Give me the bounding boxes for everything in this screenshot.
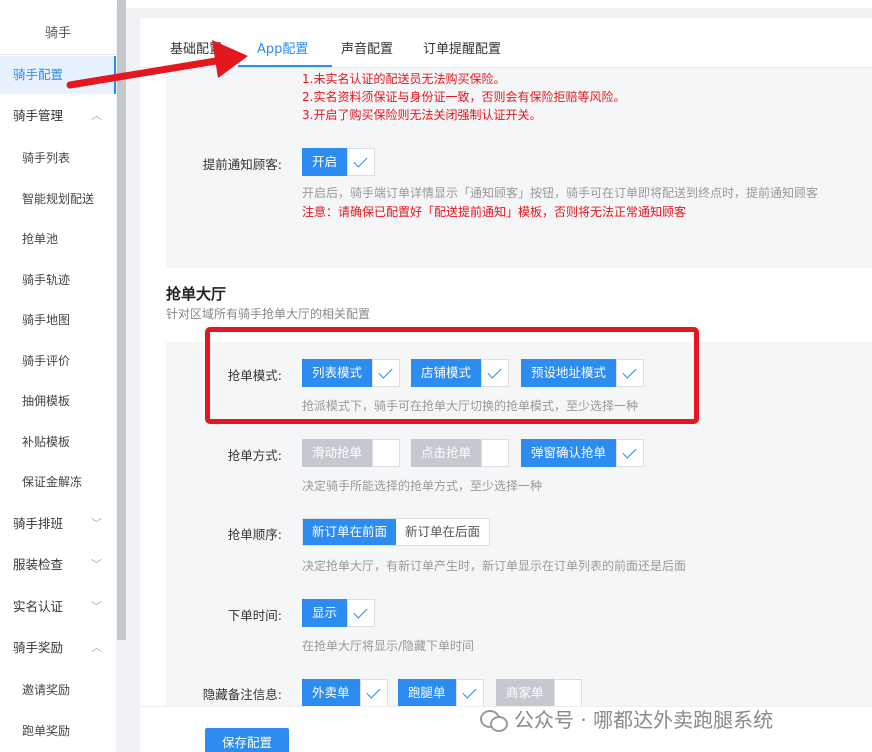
- chevron-up-icon: ︿: [91, 109, 102, 122]
- checkbox-label: 外卖单: [302, 679, 360, 707]
- highlight-box: [205, 327, 699, 424]
- sidebar-item-label: 抽佣模板: [22, 394, 71, 408]
- sidebar-item-rider-config[interactable]: 骑手配置: [0, 56, 116, 94]
- sidebar-item-label: 骑手管理: [13, 108, 64, 123]
- notify-customer-checkbox[interactable]: 开启: [302, 148, 376, 176]
- hidden-remark-label: 隐藏备注信息:: [202, 687, 282, 702]
- watermark-text: 公众号 · 哪都达外卖跑腿系统: [514, 708, 774, 732]
- sidebar-item-rider-list[interactable]: 骑手列表: [0, 139, 116, 177]
- chevron-up-icon: ︿: [91, 641, 102, 654]
- notify-customer-hint: 开启后，骑手端订单详情显示「通知顾客」按钮，骑手可在订单即将配送到终点时，提前通…: [302, 186, 819, 200]
- sidebar-item-label: 骑手评价: [22, 354, 71, 368]
- insurance-note: 2.实名资料须保证与身份证一致，否则会有保险拒赔等风险。: [302, 90, 626, 104]
- checkbox-box: [481, 439, 510, 467]
- sidebar-item-label: 邀请奖励: [22, 683, 71, 697]
- checkbox-label: 开启: [302, 148, 348, 176]
- grab-order-radio-group: 新订单在前面 新订单在后面: [302, 518, 491, 546]
- checkbox-label: 滑动抢单: [302, 439, 373, 467]
- checkbox-box: [553, 679, 582, 707]
- tab-basic-config[interactable]: 基础配置: [170, 38, 222, 57]
- notify-customer-warning: 注意：请确保已配置好「配送提前通知」模板，否则将无法正常通知顾客: [302, 205, 687, 219]
- insurance-note: 3.开启了购买保险则无法关闭强制认证开关。: [302, 108, 542, 122]
- order-time-checkbox[interactable]: 显示: [302, 599, 376, 627]
- sidebar-item-label: 补贴模板: [22, 435, 71, 449]
- grab-method-slide-checkbox[interactable]: 滑动抢单: [302, 439, 401, 467]
- checkbox-label: 点击抢单: [411, 439, 482, 467]
- sidebar-item-rider-reward[interactable]: 骑手奖励 ︿: [0, 629, 116, 667]
- checkbox-label: 弹窗确认抢单: [521, 439, 617, 467]
- grab-method-label: 抢单方式:: [227, 448, 282, 463]
- notify-customer-label: 提前通知顾客:: [202, 157, 282, 172]
- chevron-down-icon: ﹀: [91, 558, 102, 571]
- checkbox-label: 显示: [302, 599, 348, 627]
- order-time-hint: 在抢单大厅将显示/隐藏下单时间: [302, 639, 475, 653]
- sidebar-item-label: 骑手排班: [13, 516, 64, 531]
- top-strip: [0, 0, 872, 8]
- hidden-remark-errand-checkbox[interactable]: 跑腿单: [398, 679, 484, 707]
- active-tab-indicator: [238, 65, 332, 67]
- sidebar-item-rider-rating[interactable]: 骑手评价: [0, 342, 116, 380]
- sidebar-item-smart-dispatch[interactable]: 智能规划配送: [0, 180, 116, 218]
- checkmark-icon: [347, 148, 376, 176]
- checkbox-box: [372, 439, 401, 467]
- grab-method-hint: 决定骑手所能选择的抢单方式，至少选择一种: [302, 479, 543, 493]
- hidden-remark-takeout-checkbox[interactable]: 外卖单: [302, 679, 388, 707]
- grab-order-label: 抢单顺序:: [227, 527, 282, 542]
- checkmark-icon: [455, 679, 484, 707]
- checkmark-icon: [359, 679, 388, 707]
- insurance-note: 1.未实名认证的配送员无法购买保险。: [302, 72, 506, 86]
- radio-new-last[interactable]: 新订单在后面: [396, 519, 490, 545]
- order-time-label: 下单时间:: [227, 608, 282, 623]
- sidebar-item-rider-management[interactable]: 骑手管理 ︿: [0, 97, 116, 135]
- tab-bar: 基础配置 App配置 声音配置 订单提醒配置: [140, 18, 872, 68]
- sidebar-item-run-reward[interactable]: 跑单奖励: [0, 712, 116, 750]
- sidebar-item-real-name[interactable]: 实名认证 ﹀: [0, 588, 116, 626]
- sidebar-divider: [0, 54, 116, 55]
- sidebar-item-commission-template[interactable]: 抽佣模板: [0, 382, 116, 420]
- tab-sound-config[interactable]: 声音配置: [341, 38, 393, 57]
- sidebar-item-label: 骑手列表: [22, 151, 71, 165]
- grab-hall-subtitle: 针对区域所有骑手抢单大厅的相关配置: [166, 307, 371, 321]
- sidebar-item-label: 实名认证: [13, 599, 64, 614]
- sidebar-item-label: 骑手奖励: [13, 640, 64, 655]
- sidebar-title: 骑手: [44, 26, 71, 41]
- sidebar-item-deposit-unfreeze[interactable]: 保证金解冻: [0, 463, 116, 501]
- sidebar: 骑手 骑手配置 骑手管理 ︿ 骑手列表 智能规划配送 抢单池 骑手轨迹 骑手地图 …: [0, 0, 116, 752]
- sidebar-item-label: 智能规划配送: [22, 192, 95, 206]
- chevron-down-icon: ﹀: [91, 600, 102, 613]
- sidebar-item-rider-schedule[interactable]: 骑手排班 ﹀: [0, 505, 116, 543]
- sidebar-item-label: 跑单奖励: [22, 724, 71, 738]
- sidebar-item-label: 抢单池: [22, 232, 59, 246]
- wechat-icon: [480, 708, 508, 732]
- checkmark-icon: [347, 599, 376, 627]
- save-config-button[interactable]: 保存配置: [205, 728, 289, 752]
- grab-method-popup-checkbox[interactable]: 弹窗确认抢单: [521, 439, 645, 467]
- tab-app-config[interactable]: App配置: [257, 38, 308, 57]
- checkmark-icon: [616, 439, 645, 467]
- sidebar-item-label: 保证金解冻: [22, 475, 83, 489]
- sidebar-item-uniform-check[interactable]: 服装检查 ﹀: [0, 546, 116, 584]
- sidebar-item-label: 骑手配置: [13, 67, 64, 82]
- sidebar-item-rider-map[interactable]: 骑手地图: [0, 301, 116, 339]
- sidebar-item-label: 服装检查: [13, 557, 64, 572]
- checkbox-label: 跑腿单: [398, 679, 456, 707]
- chevron-down-icon: ﹀: [91, 517, 102, 530]
- radio-new-first[interactable]: 新订单在前面: [303, 519, 397, 545]
- sidebar-item-rider-track[interactable]: 骑手轨迹: [0, 261, 116, 299]
- sidebar-scrollbar[interactable]: [117, 0, 126, 640]
- sidebar-item-label: 骑手轨迹: [22, 273, 71, 287]
- grab-order-hint: 决定抢单大厅，有新订单产生时，新订单显示在订单列表的前面还是后面: [302, 559, 687, 573]
- grab-hall-title: 抢单大厅: [166, 285, 227, 303]
- tab-order-reminder-config[interactable]: 订单提醒配置: [423, 38, 501, 57]
- hidden-remark-merchant-checkbox[interactable]: 商家单: [496, 679, 582, 707]
- watermark: 公众号 · 哪都达外卖跑腿系统: [480, 704, 773, 733]
- grab-method-click-checkbox[interactable]: 点击抢单: [411, 439, 510, 467]
- sidebar-item-label: 骑手地图: [22, 313, 71, 327]
- sidebar-item-grab-pool[interactable]: 抢单池: [0, 220, 116, 258]
- sidebar-item-invite-reward[interactable]: 邀请奖励: [0, 671, 116, 709]
- checkbox-label: 商家单: [496, 679, 554, 707]
- sidebar-item-subsidy-template[interactable]: 补贴模板: [0, 423, 116, 461]
